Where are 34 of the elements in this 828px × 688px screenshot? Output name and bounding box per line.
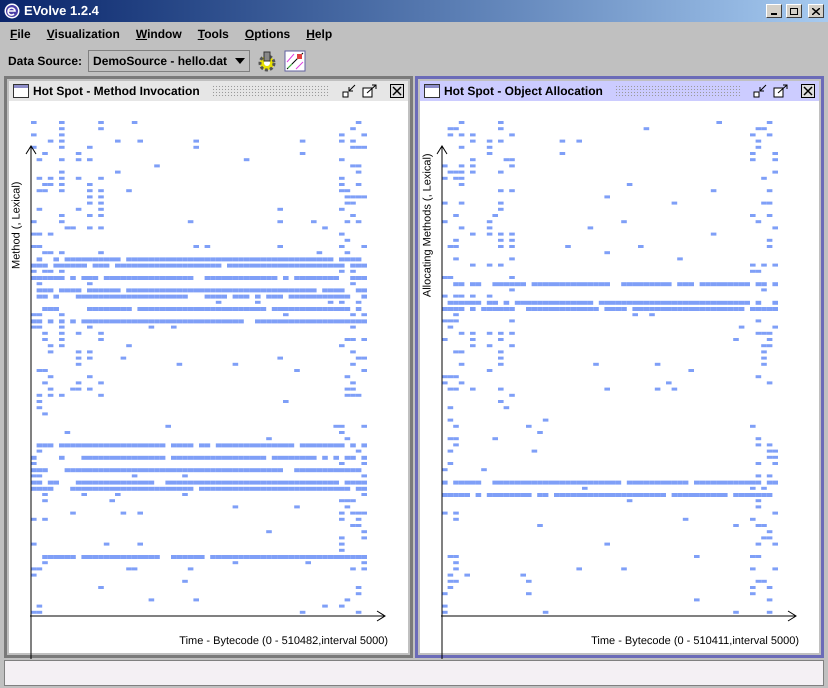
window-icon bbox=[424, 84, 440, 98]
menu-item[interactable]: Visualization bbox=[46, 25, 120, 43]
window-title: EVolve 1.2.4 bbox=[24, 2, 99, 20]
frame-title-bar[interactable]: Hot Spot - Object Allocation bbox=[420, 81, 819, 101]
frame-title: Hot Spot - Method Invocation bbox=[33, 83, 200, 100]
maximize-icon[interactable] bbox=[773, 84, 789, 98]
y-axis-label: Allocating Methods (, Lexical) bbox=[420, 153, 435, 297]
window-icon bbox=[13, 84, 29, 98]
minimize-icon[interactable] bbox=[342, 84, 358, 98]
menu-item[interactable]: Window bbox=[136, 25, 182, 43]
menu-item[interactable]: Tools bbox=[198, 25, 229, 43]
chart-icon[interactable] bbox=[284, 50, 306, 72]
window-minimize-button[interactable] bbox=[766, 4, 782, 18]
maximize-icon bbox=[790, 8, 798, 14]
frame-title: Hot Spot - Object Allocation bbox=[444, 83, 603, 100]
close-icon bbox=[812, 8, 820, 14]
window-close-button[interactable] bbox=[808, 4, 824, 18]
app-logo-icon bbox=[4, 3, 20, 19]
x-axis-label: Time - Bytecode (0 - 510411,interval 5000) bbox=[591, 634, 799, 648]
y-axis-label: Method (, Lexical) bbox=[10, 181, 24, 269]
data-source-dropdown[interactable]: DemoSource - hello.dat bbox=[88, 50, 250, 72]
menu-item[interactable]: File bbox=[10, 25, 31, 43]
x-axis-label: Time - Bytecode (0 - 510482,interval 5000) bbox=[179, 634, 388, 648]
gear-icon[interactable] bbox=[256, 50, 278, 72]
close-icon[interactable] bbox=[390, 84, 404, 98]
menu-item[interactable]: Options bbox=[244, 25, 290, 43]
close-icon[interactable] bbox=[801, 84, 815, 98]
frame-title-bar[interactable]: Hot Spot - Method Invocation bbox=[9, 81, 408, 101]
data-source-label: Data Source: bbox=[8, 53, 82, 70]
maximize-icon[interactable] bbox=[362, 84, 378, 98]
window-maximize-button[interactable] bbox=[786, 4, 802, 18]
caret-icon bbox=[235, 58, 246, 64]
minimize-icon[interactable] bbox=[753, 84, 769, 98]
menu-item[interactable]: Help bbox=[306, 25, 332, 43]
